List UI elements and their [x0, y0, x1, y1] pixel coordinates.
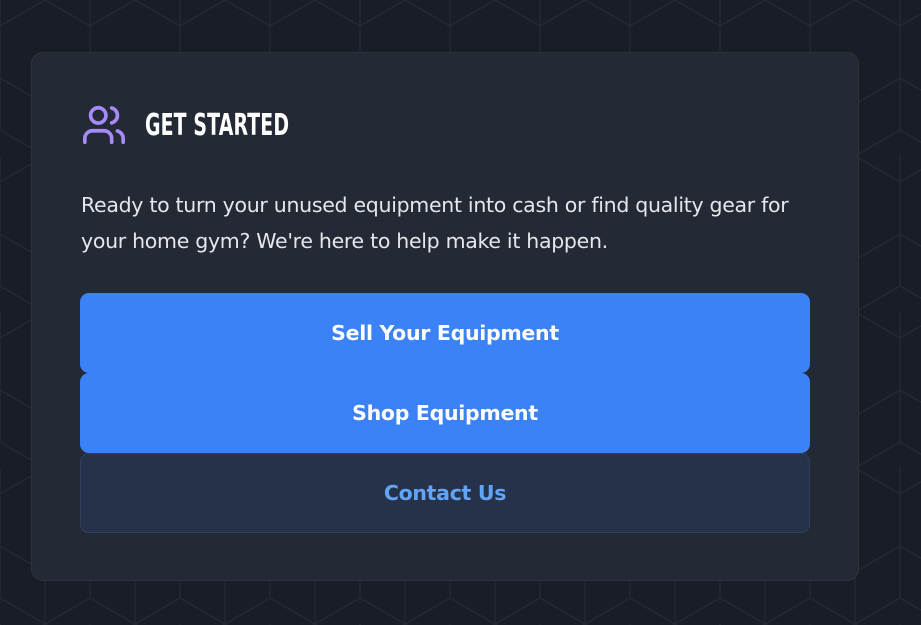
section-title: GET STARTED — [145, 107, 290, 143]
users-icon — [83, 105, 125, 145]
card-header: GET STARTED — [81, 103, 374, 147]
shop-equipment-button[interactable]: Shop Equipment — [80, 373, 810, 453]
get-started-card: GET STARTED Ready to turn your unused eq… — [31, 52, 859, 581]
sell-equipment-button[interactable]: Sell Your Equipment — [80, 293, 810, 373]
section-description: Ready to turn your unused equipment into… — [81, 193, 789, 253]
contact-us-button[interactable]: Contact Us — [80, 453, 810, 533]
